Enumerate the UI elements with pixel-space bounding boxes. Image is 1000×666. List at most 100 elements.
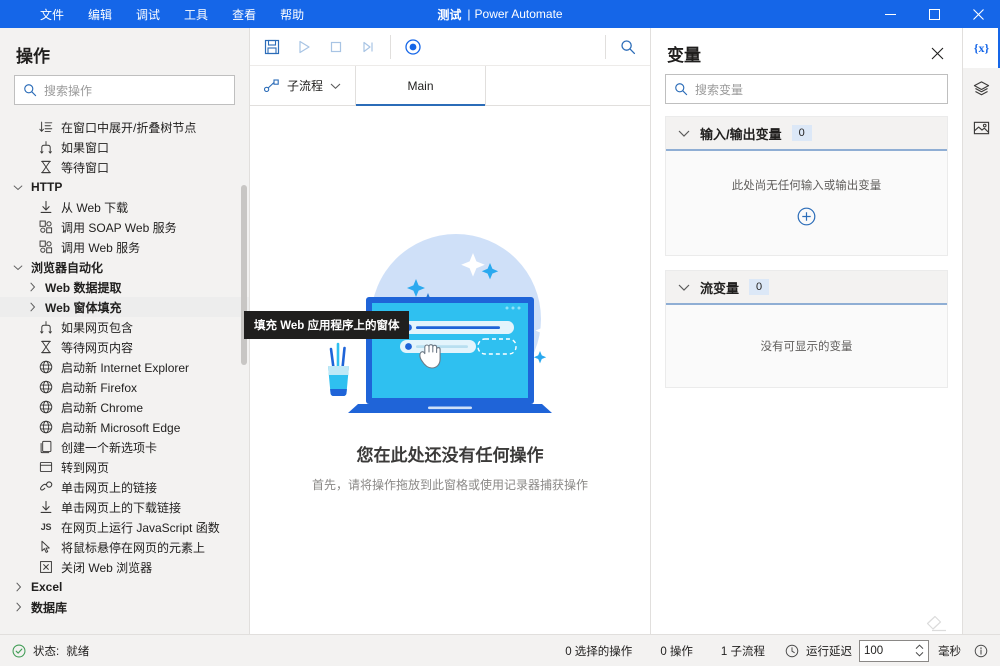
search-flow-button[interactable] [612,32,644,62]
empty-state: 您在此处还没有任何操作 首先，请将操作拖放到此窗格或使用记录器捕获操作 [300,227,600,495]
rail-variables-button[interactable]: {x} [963,28,1000,68]
clear-variables-button[interactable] [926,615,948,638]
chevron-right-icon[interactable] [12,602,24,612]
actions-tree-item[interactable]: 将鼠标悬停在网页的元素上 [0,537,249,557]
actions-title: 操作 [0,28,249,75]
actions-tree[interactable]: 在窗口中展开/折叠树节点 如果窗口 等待窗口HTTP 从 Web 下载 调用 S… [0,115,249,634]
menu-file[interactable]: 文件 [28,0,76,28]
chevron-down-icon[interactable] [12,264,24,271]
actions-tree-item[interactable]: 启动新 Firefox [0,377,249,397]
menu-edit[interactable]: 编辑 [76,0,124,28]
actions-tree-item[interactable]: 如果窗口 [0,137,249,157]
cursor-icon [39,540,53,554]
subflow-icon [264,79,280,93]
close-button[interactable] [956,0,1000,28]
subflows-label: 子流程 [287,77,323,94]
run-button[interactable] [288,32,320,62]
actions-tree-item-label: Web 数据提取 [45,279,121,296]
chevron-right-icon[interactable] [12,582,24,592]
actions-tree-group[interactable]: Excel [0,577,249,597]
actions-tree-item[interactable]: 关闭 Web 浏览器 [0,557,249,577]
new-tab-icon [38,440,54,454]
actions-tree-group[interactable]: Web 窗体填充 [0,297,249,317]
menu-help[interactable]: 帮助 [268,0,316,28]
right-icon-rail: {x} [962,28,1000,634]
chevron-right-icon [15,582,22,592]
title-separator: | [467,7,470,21]
maximize-button[interactable] [912,0,956,28]
variables-close-button[interactable] [924,40,950,66]
actions-tree-item[interactable]: 调用 Web 服务 [0,237,249,257]
download-icon [38,500,54,514]
action-tooltip: 填充 Web 应用程序上的窗体 [244,311,409,339]
actions-tree-item[interactable]: 启动新 Chrome [0,397,249,417]
actions-tree-item[interactable]: 单击网页上的链接 [0,477,249,497]
subflows-button[interactable]: 子流程 [250,66,356,105]
actions-tree-item[interactable]: 启动新 Microsoft Edge [0,417,249,437]
actions-tree-item[interactable]: 启动新 Internet Explorer [0,357,249,377]
chevron-right-icon[interactable] [26,302,38,312]
actions-tree-item[interactable]: 单击网页上的下载链接 [0,497,249,517]
actions-tree-item[interactable]: 等待网页内容 [0,337,249,357]
add-io-variable-button[interactable] [797,207,816,229]
actions-tree-item[interactable]: 从 Web 下载 [0,197,249,217]
chevron-down-icon[interactable] [12,184,24,191]
chevron-right-icon[interactable] [26,282,38,292]
search-actions-placeholder: 搜索操作 [44,82,92,99]
variables-pane: 变量 搜索变量 [650,28,962,634]
tab-main[interactable]: Main [356,66,486,105]
menu-tools[interactable]: 工具 [172,0,220,28]
flow-variables-header[interactable]: 流变量 0 [666,271,947,305]
menu-debug[interactable]: 调试 [124,0,172,28]
flow-variables-body: 没有可显示的变量 [666,305,947,387]
run-delay-spinner[interactable] [915,644,924,657]
actions-tree-group[interactable]: Web 数据提取 [0,277,249,297]
rail-ui-elements-button[interactable] [963,68,1000,108]
download-icon [39,200,53,214]
menu-bar: 文件 编辑 调试 工具 查看 帮助 [0,0,316,28]
run-next-action-button[interactable] [352,32,384,62]
minimize-button[interactable] [868,0,912,28]
close-icon [973,9,984,20]
actions-tree-item-label: 将鼠标悬停在网页的元素上 [61,539,205,556]
actions-tree-item[interactable]: 转到网页 [0,457,249,477]
search-icon [620,39,636,55]
actions-tree-item[interactable]: 如果网页包含 [0,317,249,337]
service-icon [39,220,53,234]
clock-icon [785,644,799,658]
actions-tree-group[interactable]: 数据库 [0,597,249,617]
stop-button[interactable] [320,32,352,62]
actions-tree-item-label: 等待窗口 [61,159,109,176]
status-indicator: 状态: 就绪 [12,643,89,659]
rail-images-button[interactable] [963,108,1000,148]
actions-tree-item-label: 单击网页上的下载链接 [61,499,181,516]
actions-tree-group[interactable]: HTTP [0,177,249,197]
actions-tree-item-label: 转到网页 [61,459,109,476]
actions-count: 0 操作 [646,643,707,659]
toolbar-search-group [606,28,650,65]
actions-tree-item-label: 创建一个新选项卡 [61,439,157,456]
variables-header: 变量 [651,28,962,74]
actions-tree-item[interactable]: 等待窗口 [0,157,249,177]
save-button[interactable] [256,32,288,62]
minimize-icon [885,9,896,20]
search-actions-input[interactable]: 搜索操作 [14,75,235,105]
actions-tree-group[interactable]: 浏览器自动化 [0,257,249,277]
search-variables-input[interactable]: 搜索变量 [665,74,948,104]
actions-tree-item[interactable]: JS在网页上运行 JavaScript 函数 [0,517,249,537]
flow-variables-section: 流变量 0 没有可显示的变量 [665,270,948,388]
globe-icon [39,420,53,434]
close-box-icon [38,560,54,574]
plus-circle-icon [797,207,816,226]
menu-view[interactable]: 查看 [220,0,268,28]
recorder-button[interactable] [397,32,429,62]
io-variables-header[interactable]: 输入/输出变量 0 [666,117,947,151]
run-delay-input[interactable]: 100 [859,640,929,662]
actions-tree-item[interactable]: 在窗口中展开/折叠树节点 [0,117,249,137]
branch-icon [39,320,53,334]
flow-canvas[interactable]: 您在此处还没有任何操作 首先，请将操作拖放到此窗格或使用记录器捕获操作 [250,106,650,634]
actions-tree-item[interactable]: 调用 SOAP Web 服务 [0,217,249,237]
actions-tree-item[interactable]: 创建一个新选项卡 [0,437,249,457]
run-delay-info-button[interactable] [974,644,988,658]
chevron-up-icon [915,644,924,650]
